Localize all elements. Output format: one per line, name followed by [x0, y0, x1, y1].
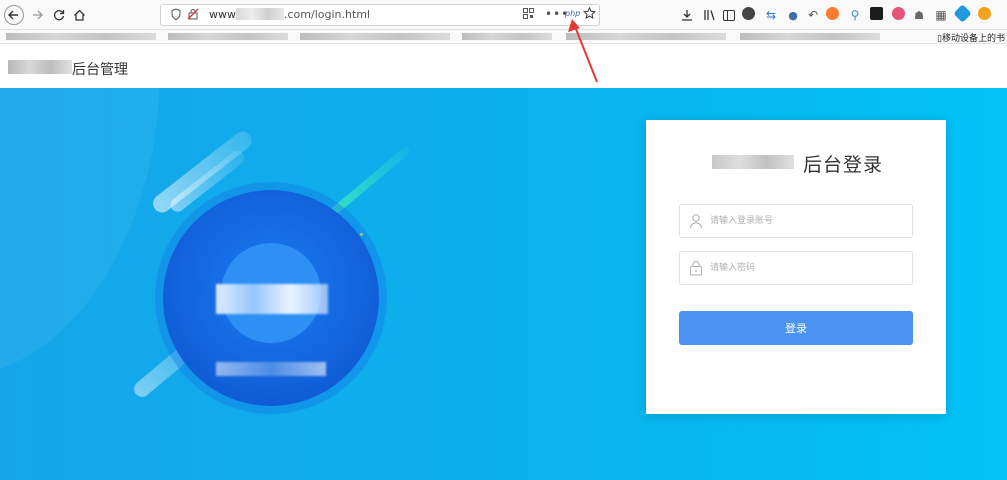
back-icon[interactable] — [4, 5, 24, 25]
dark-extension-icon[interactable] — [870, 7, 883, 20]
hero-curve-decoration — [0, 88, 160, 378]
login-button[interactable]: 登录 — [679, 311, 913, 345]
forward-icon[interactable] — [26, 4, 48, 26]
shield-icon[interactable] — [171, 8, 181, 23]
library-icon[interactable] — [698, 4, 720, 26]
user-icon — [689, 213, 703, 229]
lock-icon — [689, 260, 703, 276]
bookmark-star-icon[interactable] — [583, 6, 596, 23]
bookmark-item[interactable] — [566, 33, 726, 40]
mobile-bookmarks-label: 移动设备上的书 — [941, 34, 1005, 44]
extension-sync-icon[interactable]: ⇆ — [760, 4, 782, 26]
undo-extension-icon[interactable]: ↶ — [802, 4, 824, 26]
url-prefix: www — [209, 8, 236, 21]
page-header: 后台管理 — [0, 44, 1007, 88]
grid-extension-icon[interactable]: ▦ — [930, 4, 952, 26]
hero-title-redacted — [216, 284, 328, 314]
account-extension-icon[interactable] — [742, 7, 755, 20]
bookmark-item[interactable] — [300, 33, 450, 40]
badge-extension-icon[interactable] — [892, 7, 905, 20]
address-bar[interactable]: www .com/login.html ••• php — [160, 4, 600, 26]
mobile-bookmarks-folder[interactable]: ▯移动设备上的书 — [937, 31, 1005, 44]
php-extension-icon[interactable]: php — [565, 9, 580, 18]
home-icon[interactable] — [68, 4, 90, 26]
bookmark-item[interactable] — [6, 33, 156, 40]
url-suffix: .com/login.html — [284, 8, 371, 21]
chat-extension-icon[interactable]: ● — [782, 4, 804, 26]
password-input[interactable] — [710, 252, 910, 284]
login-card: 后台登录 登录 — [646, 120, 946, 414]
login-card-title: 后台登录 — [803, 154, 884, 176]
qr-code-icon[interactable] — [523, 8, 534, 22]
username-field[interactable] — [679, 204, 913, 238]
password-field[interactable] — [679, 251, 913, 285]
location-pin-icon[interactable]: ⚲ — [844, 4, 866, 26]
hero-subtitle-redacted — [216, 362, 326, 376]
username-input[interactable] — [710, 205, 910, 237]
sidebar-icon[interactable] — [718, 4, 740, 26]
site-name-redacted — [8, 60, 72, 74]
url-host-redacted — [236, 8, 284, 20]
blue-extension-icon[interactable] — [953, 4, 972, 23]
bookmark-item[interactable] — [740, 33, 880, 40]
url-text: www .com/login.html — [209, 8, 370, 21]
bookmark-item[interactable] — [462, 33, 552, 40]
orange-extension-icon[interactable] — [826, 7, 839, 20]
site-title: 后台管理 — [72, 62, 128, 78]
bookmarks-bar: ▯移动设备上的书 — [0, 30, 1007, 44]
glow-dot-decoration — [360, 233, 363, 236]
insecure-lock-icon[interactable] — [187, 8, 199, 23]
bookmark-item[interactable] — [168, 33, 288, 40]
downloads-icon[interactable] — [676, 4, 698, 26]
card-site-name-redacted — [712, 155, 794, 169]
green-streak-decoration — [322, 145, 412, 223]
users-extension-icon[interactable]: ☗ — [908, 4, 930, 26]
browser-toolbar: www .com/login.html ••• php ⇆ ● ↶ ⚲ ☗ ▦ — [0, 0, 1007, 30]
notification-extension-icon[interactable] — [978, 7, 991, 20]
reload-icon[interactable] — [48, 4, 70, 26]
